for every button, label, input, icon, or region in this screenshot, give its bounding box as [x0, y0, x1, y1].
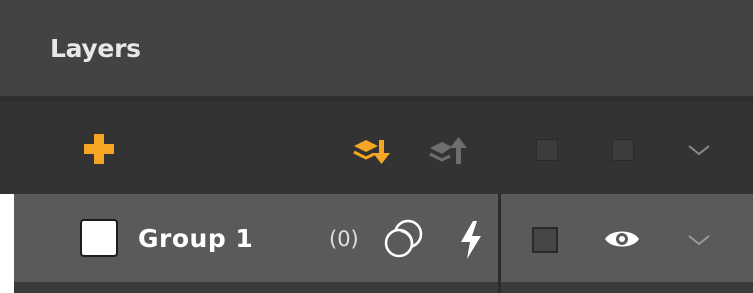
row-column-divider [498, 194, 501, 293]
move-layer-down-button[interactable] [352, 134, 392, 168]
panel-title: Layers [50, 34, 141, 63]
chevron-down-icon [688, 235, 710, 246]
layers-arrow-down-icon [353, 140, 390, 164]
layer-lock-toggle[interactable] [532, 227, 558, 253]
eye-icon [605, 231, 639, 247]
layer-blend-button[interactable] [383, 218, 425, 260]
move-layer-up-button[interactable] [428, 134, 468, 168]
layer-effects-button[interactable] [458, 220, 484, 260]
lightning-icon [461, 221, 481, 259]
toolbar-expand-button[interactable] [686, 142, 712, 158]
plus-icon [84, 134, 114, 164]
row-gutter [0, 194, 14, 293]
layer-expand-button[interactable] [686, 232, 712, 248]
add-layer-button[interactable] [82, 132, 116, 166]
layer-name[interactable]: Group 1 [138, 224, 253, 253]
chevron-down-icon [688, 145, 710, 156]
toolbar-toggle-1[interactable] [536, 139, 558, 161]
layers-toolbar [0, 102, 753, 194]
layers-panel: Layers Group 1 (0) [0, 0, 753, 293]
panel-header: Layers [0, 0, 753, 96]
layers-arrow-up-icon [429, 137, 467, 164]
layer-visibility-toggle[interactable] [604, 228, 640, 250]
layer-select-checkbox[interactable] [80, 219, 118, 257]
blend-circles-icon [384, 219, 423, 258]
toolbar-toggle-2[interactable] [612, 139, 634, 161]
row-separator [14, 282, 753, 293]
layer-item-count: (0) [329, 227, 359, 251]
